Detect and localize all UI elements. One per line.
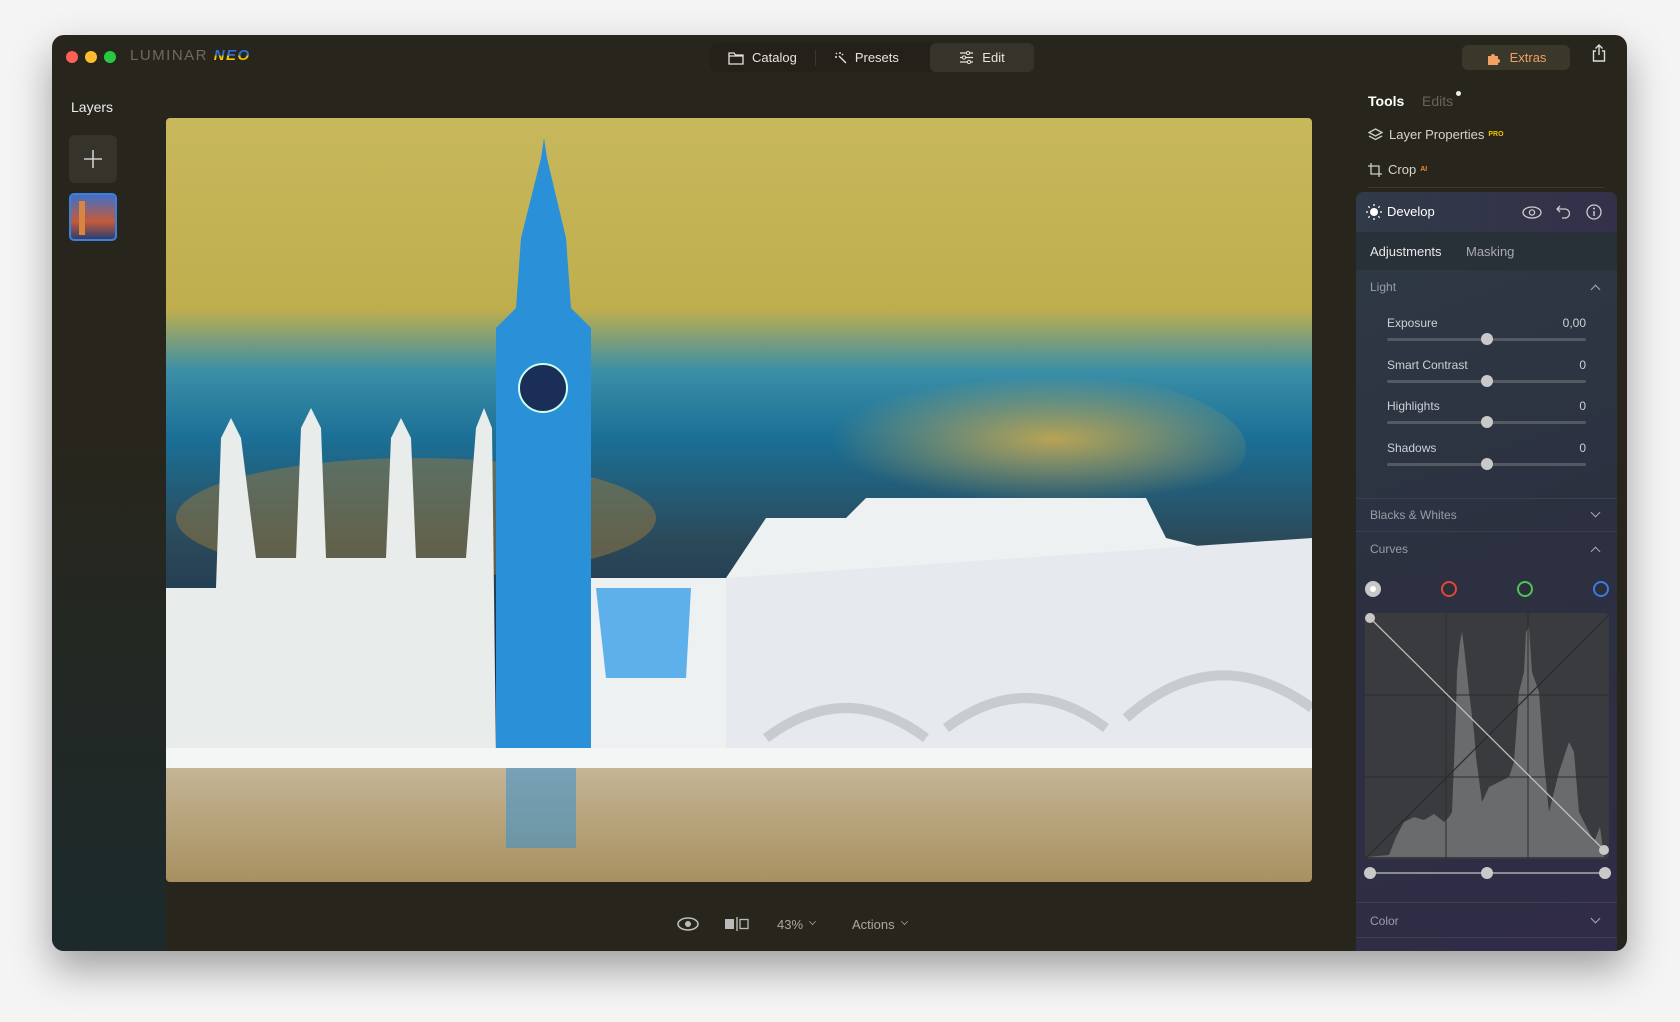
chevron-down-icon[interactable]	[1590, 913, 1601, 924]
bottom-toolbar: 43% Actions	[166, 905, 1312, 945]
visibility-eye-icon[interactable]	[1522, 206, 1542, 219]
slider-value[interactable]: 0	[1579, 399, 1586, 413]
slider-label: Exposure	[1387, 316, 1438, 330]
preview-eye-icon[interactable]	[677, 917, 699, 931]
chevron-up-icon[interactable]	[1590, 546, 1601, 557]
main-nav: Catalog Presets Edit	[710, 43, 1034, 72]
tool-crop[interactable]: Crop AI	[1368, 162, 1427, 177]
chevron-down-icon	[809, 918, 816, 925]
info-icon[interactable]	[1586, 204, 1602, 220]
edited-photo	[166, 118, 1312, 882]
tower-shape	[79, 201, 85, 235]
crop-icon	[1368, 162, 1382, 177]
compare-icon[interactable]	[724, 917, 750, 931]
tab-presets[interactable]: Presets	[816, 43, 917, 72]
tab-masking[interactable]: Masking	[1466, 244, 1514, 259]
puzzle-icon	[1487, 53, 1500, 65]
range-handle-white[interactable]	[1599, 867, 1611, 879]
tab-edit[interactable]: Edit	[930, 43, 1034, 72]
magic-wand-icon	[834, 52, 847, 64]
actions-dropdown[interactable]: Actions	[852, 917, 908, 932]
section-blacks-whites[interactable]: Blacks & Whites	[1370, 508, 1457, 522]
develop-title: Develop	[1387, 204, 1435, 219]
curve-point-black[interactable]	[1365, 613, 1375, 623]
layer-thumbnail[interactable]	[69, 193, 117, 241]
sliders-icon	[960, 51, 974, 64]
app-logo: LUMINAR NEO	[130, 47, 251, 64]
zoom-dropdown[interactable]: 43%	[777, 917, 816, 932]
divider	[1368, 187, 1604, 188]
edits-indicator-dot	[1456, 91, 1462, 96]
layers-panel: Layers	[52, 79, 166, 951]
tab-catalog[interactable]: Catalog	[710, 43, 815, 72]
close-window-button[interactable]	[66, 51, 78, 63]
folder-icon	[728, 51, 744, 65]
tab-adjustments[interactable]: Adjustments	[1370, 244, 1442, 259]
minimize-window-button[interactable]	[85, 51, 97, 63]
slider-thumb[interactable]	[1480, 457, 1493, 470]
slider-label: Highlights	[1387, 399, 1440, 413]
range-handle-mid[interactable]	[1481, 867, 1493, 879]
channel-green-button[interactable]	[1517, 581, 1533, 597]
range-handle-black[interactable]	[1364, 867, 1376, 879]
tab-tools[interactable]: Tools	[1368, 93, 1404, 109]
slider-value[interactable]: 0	[1579, 358, 1586, 372]
slider-label: Smart Contrast	[1387, 357, 1468, 372]
zoom-window-button[interactable]	[104, 51, 116, 63]
develop-tool-card: Develop Adjustments Masking Light Exposu…	[1356, 192, 1617, 951]
chevron-down-icon[interactable]	[1590, 507, 1601, 518]
chevron-down-icon	[900, 918, 908, 925]
slider-thumb[interactable]	[1480, 416, 1493, 428]
curve-point-white[interactable]	[1599, 845, 1609, 855]
layers-icon	[1368, 127, 1383, 140]
plus-icon	[84, 150, 102, 168]
tab-edits[interactable]: Edits	[1422, 91, 1462, 109]
section-light[interactable]: Light	[1370, 280, 1396, 294]
channel-luminosity-button[interactable]	[1365, 581, 1381, 597]
pro-badge: PRO	[1488, 131, 1504, 138]
section-color[interactable]: Color	[1370, 914, 1399, 928]
app-window: LUMINAR NEO Catalog Presets Edit Extras …	[52, 35, 1627, 951]
photo-canvas[interactable]	[166, 118, 1312, 882]
slider-value[interactable]: 0,00	[1563, 316, 1586, 330]
channel-blue-button[interactable]	[1593, 581, 1609, 597]
curves-graph[interactable]	[1364, 612, 1612, 862]
tool-layer-properties[interactable]: Layer Properties PRO	[1368, 127, 1504, 142]
add-layer-button[interactable]	[69, 135, 117, 183]
slider-thumb[interactable]	[1480, 374, 1493, 387]
slider-value[interactable]: 0	[1579, 441, 1586, 455]
sun-icon	[1366, 204, 1382, 220]
layers-title: Layers	[71, 99, 114, 115]
slider-label: Shadows	[1387, 440, 1437, 455]
extras-button[interactable]: Extras	[1462, 45, 1570, 70]
tools-panel: Tools Edits Layer Properties PRO Crop AI…	[1356, 79, 1627, 951]
share-icon[interactable]	[1592, 44, 1606, 62]
ai-badge: AI	[1420, 166, 1428, 173]
channel-red-button[interactable]	[1441, 581, 1457, 597]
reset-undo-icon[interactable]	[1556, 205, 1571, 219]
section-curves[interactable]: Curves	[1370, 542, 1408, 556]
chevron-up-icon[interactable]	[1590, 284, 1601, 295]
slider-thumb[interactable]	[1480, 333, 1493, 345]
